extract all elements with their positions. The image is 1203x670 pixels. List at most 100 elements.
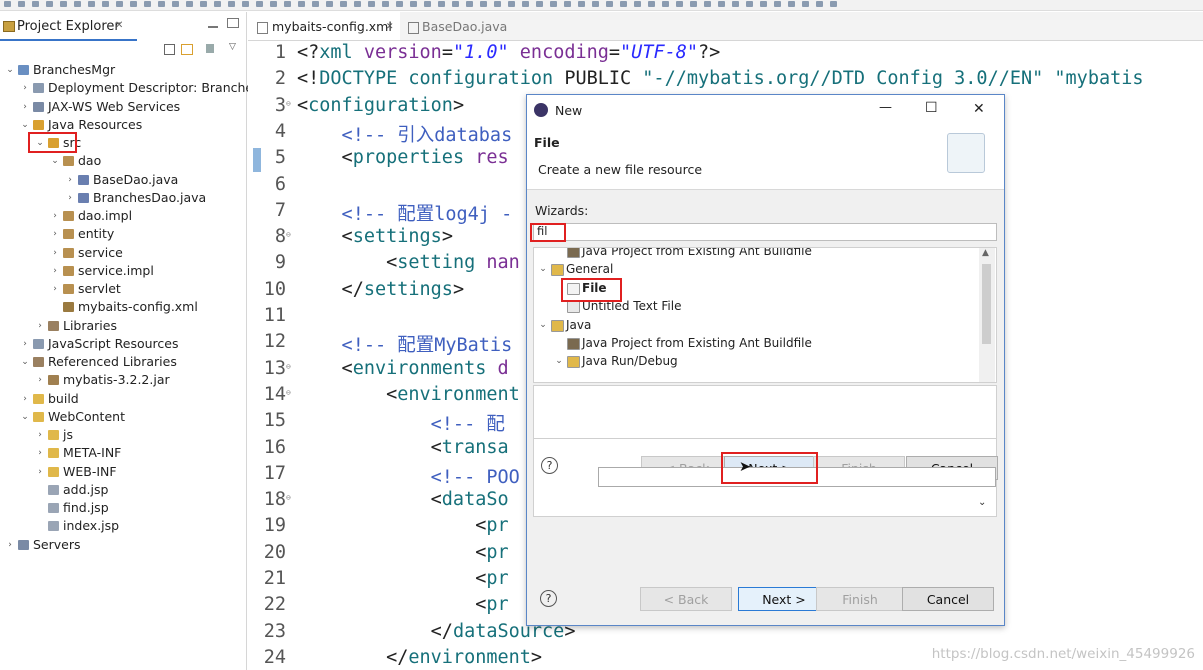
tree-item[interactable]: › service	[0, 244, 244, 262]
back-button[interactable]: < Back	[640, 587, 732, 611]
toolbar-button-icon[interactable]	[60, 1, 67, 7]
close-icon[interactable]: ✕	[973, 101, 985, 117]
wizard-item[interactable]: ⌄ Java Run/Debug	[534, 352, 974, 370]
chevron-right-icon[interactable]: ›	[35, 463, 45, 481]
chevron-down-icon[interactable]: ⌄	[20, 408, 30, 426]
wizard-item[interactable]: ⌄ Java	[534, 316, 974, 334]
finish-button[interactable]: Finish	[816, 587, 904, 611]
chevron-right-icon[interactable]: ›	[50, 225, 60, 243]
cancel-button[interactable]: Cancel	[902, 587, 994, 611]
collapse-all-icon[interactable]	[164, 44, 175, 55]
chevron-down-icon[interactable]: ⌄	[554, 352, 564, 370]
tree-item[interactable]: find.jsp	[0, 499, 244, 517]
fold-icon[interactable]: ⊖	[286, 388, 291, 397]
wizard-tree[interactable]: Java Project from Existing Ant Buildfile…	[533, 247, 997, 383]
toolbar-button-icon[interactable]	[452, 1, 459, 7]
view-menu-icon[interactable]: ▽	[229, 42, 236, 52]
toolbar-button-icon[interactable]	[158, 1, 165, 7]
tree-item[interactable]: ⌄ BranchesMgr	[0, 61, 244, 79]
toolbar-button-icon[interactable]	[718, 1, 725, 7]
toolbar-button-icon[interactable]	[242, 1, 249, 7]
toolbar-button-icon[interactable]	[256, 1, 263, 7]
tree-item[interactable]: ⌄ WebContent	[0, 408, 244, 426]
tree-item[interactable]: mybaits-config.xml	[0, 298, 244, 316]
toolbar-button-icon[interactable]	[326, 1, 333, 7]
chevron-right-icon[interactable]: ›	[50, 262, 60, 280]
toolbar-button-icon[interactable]	[74, 1, 81, 7]
chevron-down-icon[interactable]: ⌄	[20, 353, 30, 371]
toolbar-button-icon[interactable]	[200, 1, 207, 7]
chevron-right-icon[interactable]: ›	[50, 207, 60, 225]
tab-basedao[interactable]: BaseDao.java	[404, 12, 514, 40]
toolbar-button-icon[interactable]	[144, 1, 151, 7]
toolbar-button-icon[interactable]	[466, 1, 473, 7]
chevron-right-icon[interactable]: ›	[35, 444, 45, 462]
tree-item[interactable]: › WEB-INF	[0, 463, 244, 481]
toolbar-button-icon[interactable]	[704, 1, 711, 7]
toolbar-button-icon[interactable]	[648, 1, 655, 7]
toolbar-button-icon[interactable]	[746, 1, 753, 7]
tree-item[interactable]: › dao.impl	[0, 207, 244, 225]
toolbar-button-icon[interactable]	[186, 1, 193, 7]
toolbar-button-icon[interactable]	[774, 1, 781, 7]
maximize-view-icon[interactable]	[227, 18, 239, 28]
chevron-right-icon[interactable]: ›	[5, 536, 15, 554]
toolbar-button-icon[interactable]	[382, 1, 389, 7]
fold-icon[interactable]: ⊖	[286, 230, 291, 239]
tree-item[interactable]: ⌄ dao	[0, 152, 244, 170]
fold-icon[interactable]: ⊖	[286, 362, 291, 371]
toolbar-button-icon[interactable]	[298, 1, 305, 7]
toolbar-button-icon[interactable]	[424, 1, 431, 7]
chevron-right-icon[interactable]: ›	[35, 426, 45, 444]
scroll-up-icon[interactable]: ▲	[982, 248, 989, 258]
tree-item[interactable]: › JavaScript Resources	[0, 335, 244, 353]
toolbar-button-icon[interactable]	[18, 1, 25, 7]
tree-item[interactable]: › build	[0, 390, 244, 408]
toolbar-button-icon[interactable]	[522, 1, 529, 7]
toolbar-button-icon[interactable]	[116, 1, 123, 7]
chevron-right-icon[interactable]: ›	[20, 79, 30, 97]
chevron-right-icon[interactable]: ›	[65, 171, 75, 189]
chevron-right-icon[interactable]: ›	[35, 371, 45, 389]
tree-item[interactable]: ⌄ Referenced Libraries	[0, 353, 244, 371]
chevron-right-icon[interactable]: ›	[20, 390, 30, 408]
tree-item[interactable]: › service.impl	[0, 262, 244, 280]
toolbar-button-icon[interactable]	[816, 1, 823, 7]
toolbar-button-icon[interactable]	[564, 1, 571, 7]
toolbar-button-icon[interactable]	[32, 1, 39, 7]
tree-item[interactable]: › BaseDao.java	[0, 171, 244, 189]
wizard-filter-field[interactable]: fil	[533, 223, 997, 241]
toolbar-button-icon[interactable]	[284, 1, 291, 7]
toolbar-button-icon[interactable]	[4, 1, 11, 7]
link-with-editor-icon[interactable]	[181, 44, 193, 55]
wizard-item[interactable]: Java Project from Existing Ant Buildfile	[534, 248, 974, 260]
toolbar-button-icon[interactable]	[606, 1, 613, 7]
toolbar-button-icon[interactable]	[438, 1, 445, 7]
toolbar-button-icon[interactable]	[102, 1, 109, 7]
toolbar-button-icon[interactable]	[396, 1, 403, 7]
toolbar-button-icon[interactable]	[340, 1, 347, 7]
toolbar-button-icon[interactable]	[620, 1, 627, 7]
scroll-thumb[interactable]	[982, 264, 991, 344]
dialog-title-bar[interactable]: New — ☐ ✕	[527, 95, 1004, 125]
toolbar-button-icon[interactable]	[578, 1, 585, 7]
toolbar-button-icon[interactable]	[662, 1, 669, 7]
tree-item[interactable]: › servlet	[0, 280, 244, 298]
toolbar-button-icon[interactable]	[368, 1, 375, 7]
chevron-right-icon[interactable]: ›	[50, 280, 60, 298]
tree-item[interactable]: › entity	[0, 225, 244, 243]
tree-item[interactable]: › JAX-WS Web Services	[0, 98, 244, 116]
toolbar-button-icon[interactable]	[760, 1, 767, 7]
toolbar-button-icon[interactable]	[802, 1, 809, 7]
tree-item[interactable]: › Deployment Descriptor: Branches	[0, 79, 259, 97]
maximize-icon[interactable]: ☐	[925, 100, 938, 116]
scrollbar[interactable]: ▲	[979, 248, 995, 382]
toolbar-button-icon[interactable]	[788, 1, 795, 7]
toolbar-button-icon[interactable]	[214, 1, 221, 7]
chevron-down-icon[interactable]: ⌄	[538, 260, 548, 278]
toolbar-button-icon[interactable]	[312, 1, 319, 7]
toolbar-button-icon[interactable]	[130, 1, 137, 7]
focus-icon[interactable]	[206, 44, 214, 53]
toolbar-button-icon[interactable]	[410, 1, 417, 7]
chevron-down-icon[interactable]: ⌄	[538, 316, 548, 334]
